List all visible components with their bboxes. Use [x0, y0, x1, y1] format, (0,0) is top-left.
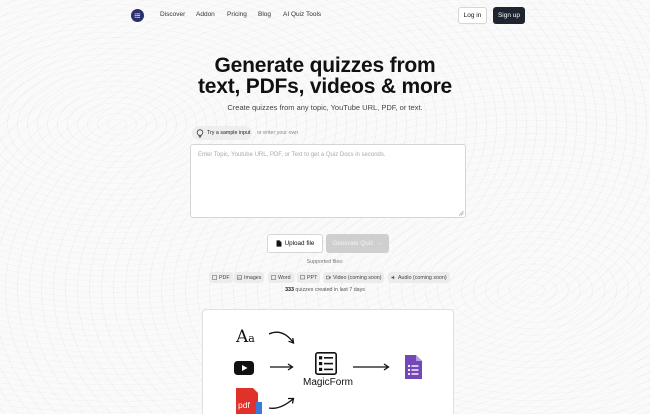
nav-addon[interactable]: Addon: [196, 11, 215, 18]
file-type-word-label: Word: [278, 274, 291, 281]
login-button[interactable]: Log in: [458, 7, 487, 24]
quiz-source-input[interactable]: Enter Topic, Youtube URL, PDF, or Text t…: [190, 144, 466, 218]
file-type-video: Video (coming soon): [323, 272, 385, 283]
pdf-file-icon: [212, 275, 217, 280]
youtube-icon: [234, 361, 254, 375]
quiz-count-line: 333 quizzes created in last 7 days: [0, 287, 650, 293]
audio-icon: [391, 275, 396, 280]
file-type-images-label: Images: [244, 274, 262, 281]
file-type-word: Word: [268, 272, 294, 283]
try-sample-label: Try a sample input: [207, 130, 251, 136]
arrow-right-icon: →: [376, 240, 383, 247]
google-forms-icon: [405, 355, 422, 379]
upload-file-button[interactable]: Upload file: [267, 234, 323, 253]
pdf-icon-text: pdf: [238, 400, 250, 410]
hero-subtitle: Create quizzes from any topic, YouTube U…: [227, 103, 423, 112]
ppt-file-icon: [300, 275, 305, 280]
try-sample-button[interactable]: Try a sample input: [192, 126, 252, 140]
file-type-audio: Audio (coming soon): [388, 272, 450, 283]
signup-button[interactable]: Sign up: [493, 7, 525, 24]
hero-title: Generate quizzes from text, PDFs, videos…: [0, 55, 650, 97]
word-file-icon: [271, 275, 276, 280]
hero-title-line-2: text, PDFs, videos & more: [197, 75, 453, 98]
nav-ai-quiz-tools[interactable]: AI Quiz Tools: [283, 11, 321, 18]
arrow-right-icon: [270, 363, 294, 371]
magicform-label: MagicForm: [303, 377, 354, 388]
file-type-audio-label: Audio (coming soon): [398, 274, 447, 281]
or-enter-own-text: or enter your own: [257, 130, 299, 136]
file-type-pdf-label: PDF: [219, 274, 230, 281]
hero-title-line-1: Generate quizzes from: [214, 54, 436, 77]
list-icon: [134, 13, 141, 18]
pdf-document-icon: pdf: [236, 388, 262, 414]
upload-file-label: Upload file: [284, 240, 315, 247]
video-icon: [326, 275, 331, 280]
resize-handle-icon[interactable]: [458, 210, 464, 216]
magicform-checklist-icon: [315, 352, 337, 375]
text-format-icon: Aa: [236, 327, 255, 347]
file-type-images: Images: [234, 272, 265, 283]
curved-arrow-icon: [268, 331, 295, 344]
supported-files-label: Supported files:: [306, 259, 344, 265]
curved-arrow-up-icon: [268, 397, 295, 409]
file-type-video-label: Video (coming soon): [333, 274, 382, 281]
generate-quiz-label: Generate Quiz: [332, 240, 374, 247]
generate-quiz-button[interactable]: Generate Quiz →: [326, 234, 389, 253]
nav-blog[interactable]: Blog: [258, 11, 271, 18]
image-icon: [237, 275, 242, 280]
arrow-right-long-icon: [353, 363, 390, 371]
quiz-source-placeholder: Enter Topic, Youtube URL, PDF, or Text t…: [198, 152, 386, 158]
file-icon: [276, 240, 282, 247]
quiz-count-text: quizzes created in last 7 days: [295, 287, 365, 293]
file-type-ppt: PPT: [297, 272, 321, 283]
site-logo[interactable]: [131, 9, 144, 22]
quiz-count: 333: [285, 287, 294, 293]
landing-page: Discover Addon Pricing Blog AI Quiz Tool…: [0, 0, 650, 414]
nav-discover[interactable]: Discover: [160, 11, 185, 18]
lightbulb-icon: [196, 128, 204, 137]
top-nav-bar: Discover Addon Pricing Blog AI Quiz Tool…: [0, 0, 650, 30]
file-type-ppt-label: PPT: [307, 274, 318, 281]
file-type-pdf: PDF: [209, 272, 233, 283]
nav-pricing[interactable]: Pricing: [227, 11, 247, 18]
